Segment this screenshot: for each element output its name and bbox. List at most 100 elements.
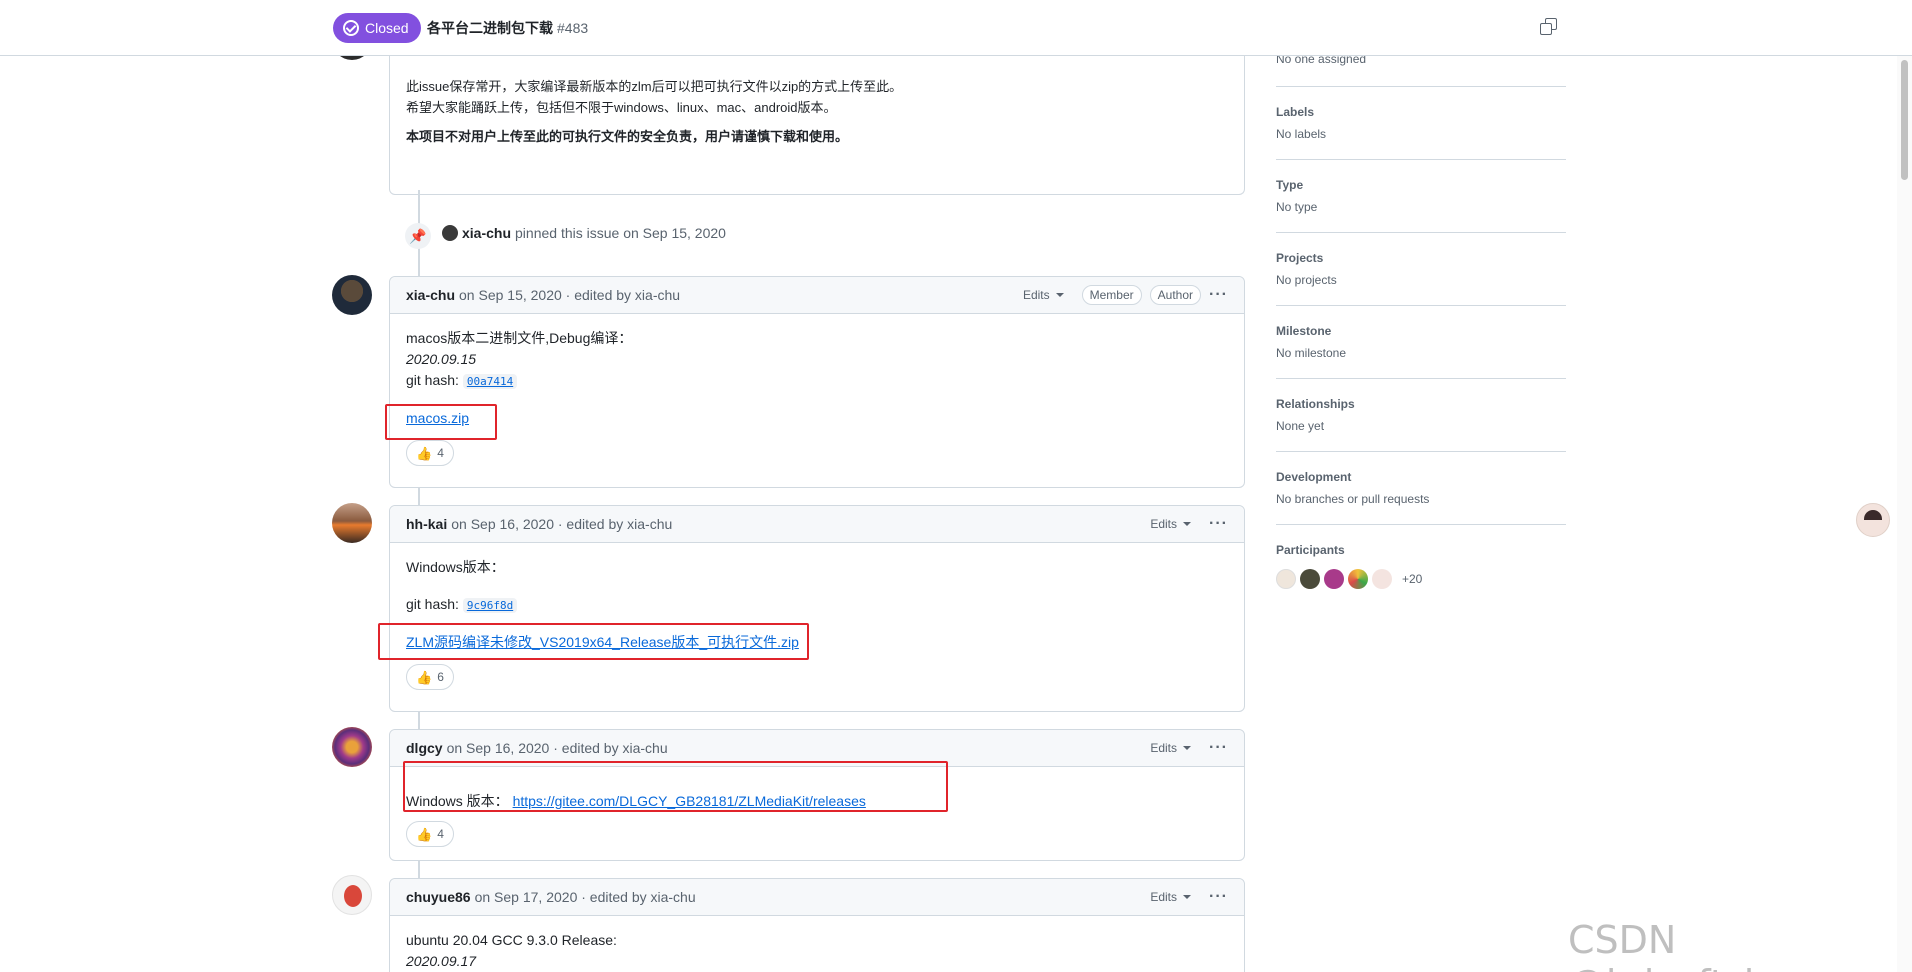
sidebar-heading: Milestone (1276, 324, 1332, 338)
avatar[interactable] (1372, 569, 1392, 589)
scrollbar[interactable] (1897, 56, 1912, 972)
comment-header: dlgcy on Sep 16, 2020 · edited by xia-ch… (390, 730, 1244, 767)
caret-down-icon (1183, 895, 1192, 899)
sidebar-relationships: Relationships None yet (1276, 379, 1566, 452)
comment-date: 2020.09.15 (406, 351, 477, 367)
comment-meta[interactable]: on Sep 16, 2020 · edited by xia-chu (451, 516, 672, 532)
comment-author[interactable]: chuyue86 (406, 889, 471, 905)
edits-dropdown[interactable]: Edits (1150, 517, 1192, 531)
comment-meta[interactable]: on Sep 15, 2020 · edited by xia-chu (459, 287, 680, 303)
comment-header: chuyue86 on Sep 17, 2020 · edited by xia… (390, 879, 1244, 916)
sidebar-assignees: No one assigned (1276, 52, 1566, 87)
release-link[interactable]: https://gitee.com/DLGCY_GB28181/ZLMediaK… (513, 793, 866, 809)
comment-meta[interactable]: on Sep 17, 2020 · edited by xia-chu (475, 889, 696, 905)
sidebar-value: No milestone (1276, 346, 1347, 360)
sidebar-development: Development No branches or pull requests (1276, 452, 1566, 525)
issue-title-text: 各平台二进制包下载 (427, 20, 553, 36)
comment-author[interactable]: dlgcy (406, 740, 443, 756)
caret-down-icon (1183, 522, 1192, 526)
comment-meta[interactable]: on Sep 16, 2020 · edited by xia-chu (447, 740, 668, 756)
edits-label: Edits (1150, 517, 1178, 531)
closed-check-icon (343, 20, 359, 36)
edits-label: Edits (1150, 890, 1178, 904)
avatar[interactable] (1348, 569, 1368, 589)
sidebar-value: No branches or pull requests (1276, 492, 1430, 506)
sidebar-heading: Development (1276, 470, 1352, 484)
issue-body: 此issue保存常开，大家编译最新版本的zlm后可以把可执行文件以zip的方式上… (389, 40, 1245, 195)
more-options-icon[interactable]: ··· (1209, 739, 1228, 757)
edits-dropdown[interactable]: Edits (1150, 741, 1192, 755)
sidebar-participants: Participants +20 (1276, 525, 1566, 589)
avatar[interactable] (1324, 569, 1344, 589)
comment: hh-kai on Sep 16, 2020 · edited by xia-c… (389, 505, 1245, 712)
comment-date: 2020.09.17 (406, 953, 477, 969)
thumbs-up-icon: 👍 (416, 826, 433, 842)
issue-state-badge: Closed (333, 13, 421, 43)
avatar[interactable] (332, 875, 372, 915)
watermark: CSDN @hdsoft_huge (1568, 918, 1840, 972)
pin-icon: 📌 (405, 223, 431, 249)
sticky-issue-header: Closed 各平台二进制包下载 #483 (0, 0, 1912, 56)
edits-label: Edits (1150, 741, 1178, 755)
more-options-icon[interactable]: ··· (1209, 888, 1228, 906)
issue-number: #483 (557, 20, 589, 36)
sidebar-heading: Type (1276, 178, 1304, 192)
pin-user[interactable]: xia-chu (462, 225, 511, 241)
comment-text: macos版本二进制文件,Debug编译： (406, 330, 633, 346)
avatar[interactable] (332, 727, 372, 767)
sidebar-heading: Relationships (1276, 397, 1355, 411)
reaction-count: 6 (437, 669, 444, 684)
caret-down-icon (1055, 293, 1064, 297)
edits-dropdown[interactable]: Edits (1023, 288, 1064, 302)
sidebar-value: No projects (1276, 273, 1337, 287)
avatar[interactable] (332, 275, 372, 315)
reaction-count: 4 (437, 445, 444, 460)
avatar-hair (1864, 510, 1882, 520)
sidebar-value: No labels (1276, 127, 1327, 141)
issue-sidebar: No one assigned Labels No labels Type No… (1276, 52, 1566, 589)
sidebar-heading: Projects (1276, 251, 1324, 265)
reaction-thumbsup[interactable]: 👍 4 (406, 821, 454, 847)
more-options-icon[interactable]: ··· (1209, 515, 1228, 533)
sidebar-projects: Projects No projects (1276, 233, 1566, 306)
hash-label: git hash: (406, 372, 459, 388)
reaction-count: 4 (437, 826, 444, 841)
avatar[interactable] (442, 225, 458, 241)
comment: chuyue86 on Sep 17, 2020 · edited by xia… (389, 878, 1245, 972)
pin-text: pinned this issue on Sep 15, 2020 (515, 225, 726, 241)
comment-text: ubuntu 20.04 GCC 9.3.0 Release: (406, 932, 617, 948)
more-options-icon[interactable]: ··· (1209, 286, 1228, 304)
sidebar-heading: Participants (1276, 543, 1345, 557)
commit-hash-link[interactable]: 9c96f8d (462, 598, 518, 613)
state-label: Closed (365, 20, 409, 36)
issue-title[interactable]: 各平台二进制包下载 #483 (427, 18, 588, 38)
attachment-link[interactable]: ZLM源码编译未修改_VS2019x64_Release版本_可执行文件.zip (406, 634, 799, 650)
participants-more[interactable]: +20 (1402, 572, 1422, 586)
commit-hash-link[interactable]: 00a7414 (462, 374, 518, 389)
comment-header: hh-kai on Sep 16, 2020 · edited by xia-c… (390, 506, 1244, 543)
intro-line-1: 此issue保存常开，大家编译最新版本的zlm后可以把可执行文件以zip的方式上… (406, 79, 903, 94)
edits-dropdown[interactable]: Edits (1150, 890, 1192, 904)
sidebar-type: Type No type (1276, 160, 1566, 233)
reaction-thumbsup[interactable]: 👍 4 (406, 440, 454, 466)
sidebar-labels: Labels No labels (1276, 87, 1566, 160)
reaction-thumbsup[interactable]: 👍 6 (406, 664, 454, 690)
caret-down-icon (1183, 746, 1192, 750)
floating-assistant-avatar[interactable] (1856, 503, 1890, 537)
avatar[interactable] (332, 503, 372, 543)
copy-icon[interactable] (1540, 18, 1558, 36)
author-badge: Author (1149, 285, 1202, 305)
thumbs-up-icon: 👍 (416, 669, 433, 685)
scrollbar-thumb[interactable] (1901, 60, 1908, 180)
comment-text: Windows 版本： (406, 793, 509, 809)
member-badge: Member (1081, 285, 1142, 305)
comment-author[interactable]: hh-kai (406, 516, 447, 532)
comment-text: Windows版本： (406, 559, 505, 575)
hash-label: git hash: (406, 596, 459, 612)
comment-author[interactable]: xia-chu (406, 287, 455, 303)
intro-line-2: 希望大家能踊跃上传，包括但不限于windows、linux、mac、androi… (406, 100, 837, 115)
avatar-figure (344, 885, 362, 907)
avatar[interactable] (1300, 569, 1320, 589)
attachment-link[interactable]: macos.zip (406, 410, 469, 426)
avatar[interactable] (1276, 569, 1296, 589)
